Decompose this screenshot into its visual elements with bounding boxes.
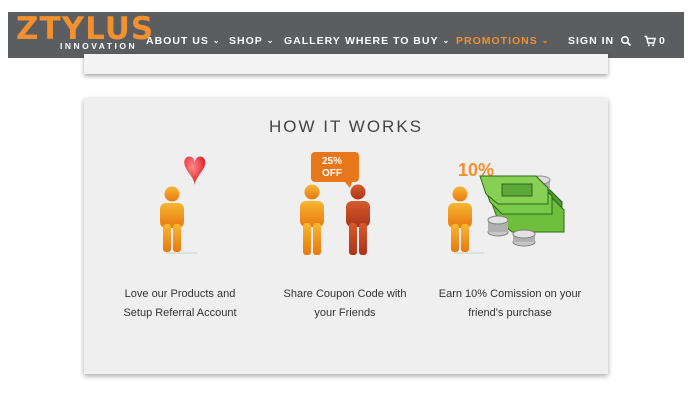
step-3-line-2: friend's purchase — [468, 307, 552, 319]
step-2-text: Share Coupon Code with your Friends — [260, 285, 430, 323]
nav-item-about-us[interactable]: ABOUT US ⌄ — [146, 35, 221, 48]
search-button[interactable] — [620, 34, 632, 52]
person-heart-icon — [160, 156, 206, 254]
coupon-badge-line-1: 25% — [322, 156, 342, 167]
nav-item-label: WHERE TO BUY — [345, 35, 439, 47]
chevron-down-icon: ⌄ — [266, 36, 275, 45]
nav-item-label: PROMOTIONS — [456, 35, 538, 47]
sign-in-label: SIGN IN — [568, 35, 615, 47]
step-2-line-2: your Friends — [314, 307, 376, 319]
step-1-line-2: Setup Referral Account — [123, 307, 237, 319]
previous-section-card — [84, 54, 608, 74]
brand-tagline: INNOVATION — [60, 41, 138, 51]
step-1-line-1: Love our Products and — [124, 288, 236, 300]
chevron-down-icon: ⌄ — [541, 36, 550, 45]
person-money-icon: 10% — [448, 160, 565, 254]
step-3-line-1: Earn 10% Comission on your — [438, 288, 582, 300]
how-it-works-card: HOW IT WORKS Love our Products and Setup… — [84, 98, 608, 374]
chevron-down-icon: ⌄ — [442, 36, 451, 45]
step-3-text: Earn 10% Comission on your friend's purc… — [425, 285, 595, 323]
nav-item-promotions[interactable]: PROMOTIONS ⌄ — [456, 35, 549, 48]
sign-in-link[interactable]: SIGN IN — [568, 35, 614, 47]
nav-item-where-to-buy[interactable]: WHERE TO BUY ⌄ — [345, 35, 450, 48]
nav-item-gallery[interactable]: GALLERY — [284, 35, 341, 47]
search-icon — [620, 35, 632, 47]
cart-icon — [644, 35, 656, 47]
coupon-badge-line-2: OFF — [322, 168, 342, 179]
nav-item-label: GALLERY — [284, 35, 341, 47]
section-title: HOW IT WORKS — [268, 117, 423, 136]
two-people-coupon-icon: 25% OFF — [300, 152, 370, 255]
cart-count: 0 — [659, 35, 666, 47]
nav-item-label: SHOP — [229, 35, 263, 47]
top-navbar: ZTYLUS INNOVATION ABOUT US ⌄ SHOP ⌄ GALLER… — [8, 12, 684, 58]
nav-item-label: ABOUT US — [146, 35, 209, 47]
step-2-line-1: Share Coupon Code with — [283, 288, 407, 300]
cart-button[interactable] — [644, 34, 656, 52]
nav-item-shop[interactable]: SHOP ⌄ — [229, 35, 274, 48]
step-1-text: Love our Products and Setup Referral Acc… — [95, 285, 265, 323]
chevron-down-icon: ⌄ — [212, 36, 221, 45]
